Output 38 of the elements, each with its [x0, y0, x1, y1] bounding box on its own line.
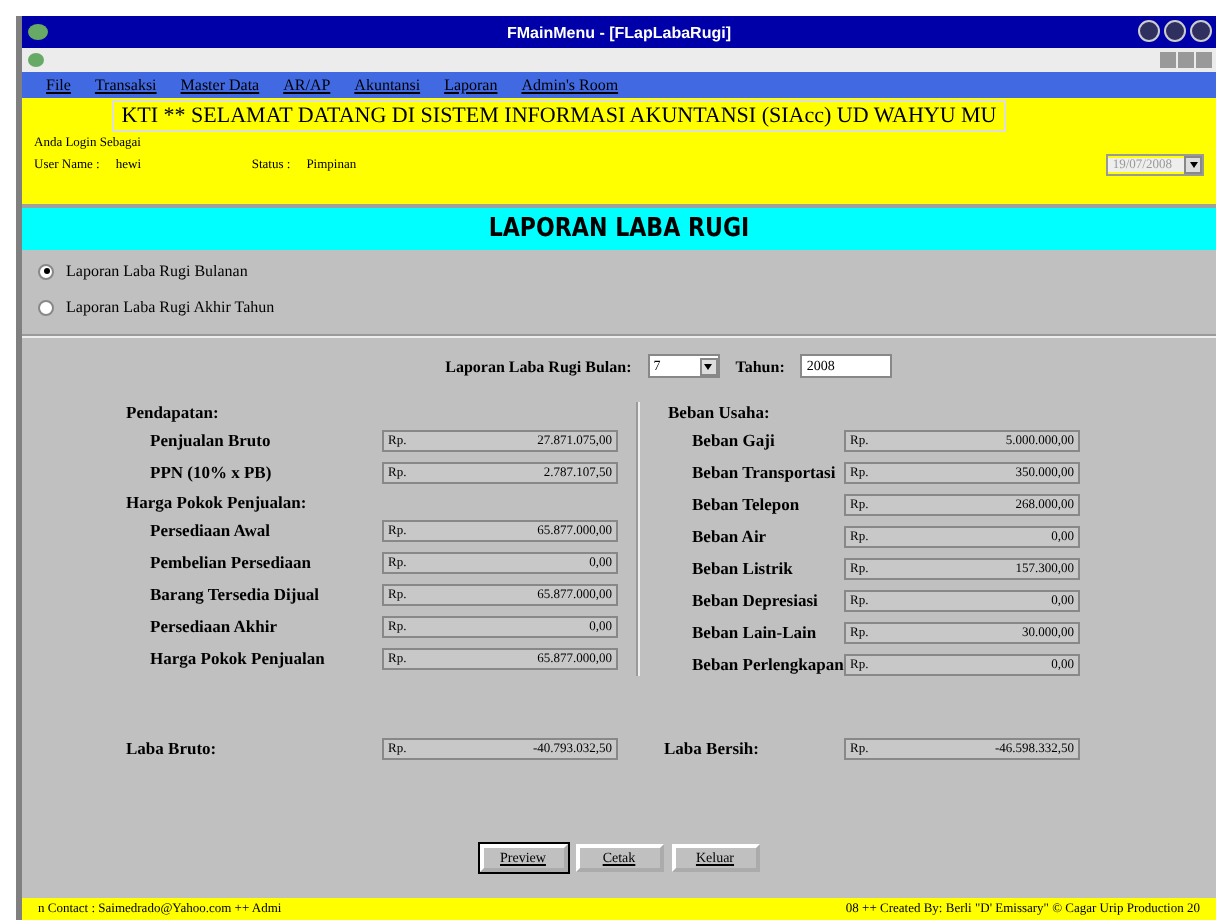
radio-label[interactable]: Laporan Laba Rugi Bulanan — [66, 262, 248, 280]
field-label: Beban Perlengkapan — [690, 654, 844, 674]
field-label: Beban Depresiasi — [690, 590, 820, 610]
field-label: Persediaan Awal — [148, 520, 273, 540]
month-label: Laporan Laba Rugi Bulan: — [445, 357, 632, 375]
menu-item[interactable]: Transaksi — [94, 76, 157, 94]
radio-button[interactable] — [38, 263, 54, 279]
field-label: Beban Listrik — [690, 558, 795, 578]
menu-item[interactable]: AR/AP — [283, 76, 331, 94]
menu-item[interactable]: File — [46, 76, 71, 94]
section-heading: Harga Pokok Penjualan: — [126, 492, 309, 510]
field-label: Persediaan Akhir — [148, 616, 280, 636]
net-profit-label: Laba Bersih: — [664, 738, 761, 758]
page-title: LAPORAN LABA RUGI — [488, 214, 750, 244]
app-icon — [26, 50, 46, 70]
field-label: PPN (10% x PB) — [148, 462, 274, 482]
field-label: Harga Pokok Penjualan — [148, 648, 327, 668]
field-label: Beban Telepon — [690, 494, 802, 514]
gross-profit-label: Laba Bruto: — [126, 738, 219, 758]
menu-item[interactable]: Akuntansi — [354, 76, 421, 94]
section-heading: Beban Usaha: — [668, 402, 772, 420]
field-label: Beban Lain-Lain — [690, 622, 819, 642]
menu-item[interactable]: Admin's Room — [521, 76, 619, 94]
menu-item[interactable]: Master Data — [180, 76, 260, 94]
menu-item[interactable]: Laporan — [444, 76, 498, 94]
field-label: Barang Tersedia Dijual — [148, 584, 322, 604]
field-label: Beban Gaji — [690, 430, 777, 450]
radio-button[interactable] — [38, 299, 54, 315]
field-label: Beban Air — [690, 526, 769, 546]
app-icon — [26, 20, 50, 42]
field-label: Beban Transportasi — [690, 462, 838, 482]
field-label: Penjualan Bruto — [148, 430, 273, 450]
year-label: Tahun: — [735, 357, 785, 375]
field-label: Pembelian Persediaan — [148, 552, 314, 572]
welcome-banner: KTI ** SELAMAT DATANG DI SISTEM INFORMASI AKUNTANSI (SIAcc) UD WAHYU MU — [111, 100, 1007, 132]
radio-label[interactable]: Laporan Laba Rugi Akhir Tahun — [66, 298, 275, 316]
window-title: FMainMenu - [FLapLabaRugi] — [507, 23, 731, 41]
section-heading: Pendapatan: — [126, 402, 221, 420]
